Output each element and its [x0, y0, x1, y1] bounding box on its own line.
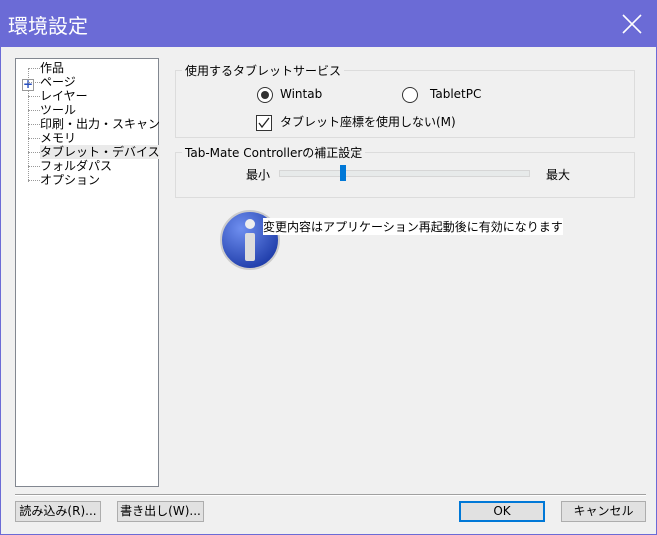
- group-label: 使用するタブレットサービス: [182, 62, 345, 79]
- restart-notice: 変更内容はアプリケーション再起動後に有効になります: [263, 218, 563, 235]
- tree-item[interactable]: ページ: [40, 75, 76, 89]
- tree-line: [28, 124, 40, 125]
- no-coords-checkbox[interactable]: [256, 115, 272, 131]
- tree-item[interactable]: フォルダパス: [40, 159, 112, 173]
- tree-line: [28, 68, 40, 69]
- tree-line: [28, 96, 40, 97]
- tree-line: [28, 180, 40, 181]
- tree-item[interactable]: ツール: [40, 103, 76, 117]
- max-label: 最大: [546, 168, 571, 182]
- close-icon: [622, 13, 642, 34]
- slider-thumb[interactable]: [340, 165, 347, 181]
- tree-item[interactable]: 作品: [40, 61, 64, 75]
- check-icon: [258, 117, 270, 129]
- export-button[interactable]: 書き出し(W)...: [117, 501, 204, 522]
- tree-line: [28, 82, 40, 83]
- min-label: 最小: [246, 168, 271, 182]
- tabmate-group: Tab-Mate Controllerの補正設定 最小 最大: [175, 144, 635, 198]
- tablet-service-group: 使用するタブレットサービス Wintab TabletPC タブレット座標を使用…: [175, 62, 635, 138]
- window-title: 環境設定: [8, 14, 88, 38]
- wintab-radio[interactable]: [257, 87, 273, 103]
- tree-item[interactable]: タブレット・デバイス: [40, 145, 160, 159]
- expand-icon[interactable]: +: [22, 78, 34, 91]
- category-tree[interactable]: + 作品 ページ レイヤー ツール 印刷・出力・スキャン メモリ タブレット・デバイス フォル…: [15, 58, 160, 487]
- title-bar: 環境設定: [0, 0, 657, 47]
- tabletpc-label: TabletPC: [430, 87, 482, 101]
- load-button[interactable]: 読み込み(R)...: [15, 501, 101, 522]
- tree-line: [28, 166, 40, 167]
- tree-line: [28, 152, 40, 153]
- divider: [15, 494, 646, 496]
- ok-button[interactable]: OK: [459, 501, 545, 522]
- close-button[interactable]: [607, 0, 657, 47]
- tree-line: [28, 138, 40, 139]
- wintab-label: Wintab: [280, 87, 323, 101]
- tree-item[interactable]: レイヤー: [40, 89, 88, 103]
- slider-track[interactable]: [279, 170, 530, 177]
- tabletpc-radio[interactable]: [402, 87, 418, 103]
- cancel-button[interactable]: キャンセル: [561, 501, 646, 522]
- dialog-body: + 作品 ページ レイヤー ツール 印刷・出力・スキャン メモリ タブレット・デバイス フォル…: [1, 47, 656, 534]
- group-label: Tab-Mate Controllerの補正設定: [182, 144, 366, 161]
- tree-item[interactable]: オプション: [40, 173, 100, 187]
- no-coords-label: タブレット座標を使用しない(M): [280, 115, 456, 129]
- tree-item[interactable]: 印刷・出力・スキャン: [40, 117, 160, 131]
- tree-line: [28, 110, 40, 111]
- tree-item[interactable]: メモリ: [40, 131, 76, 145]
